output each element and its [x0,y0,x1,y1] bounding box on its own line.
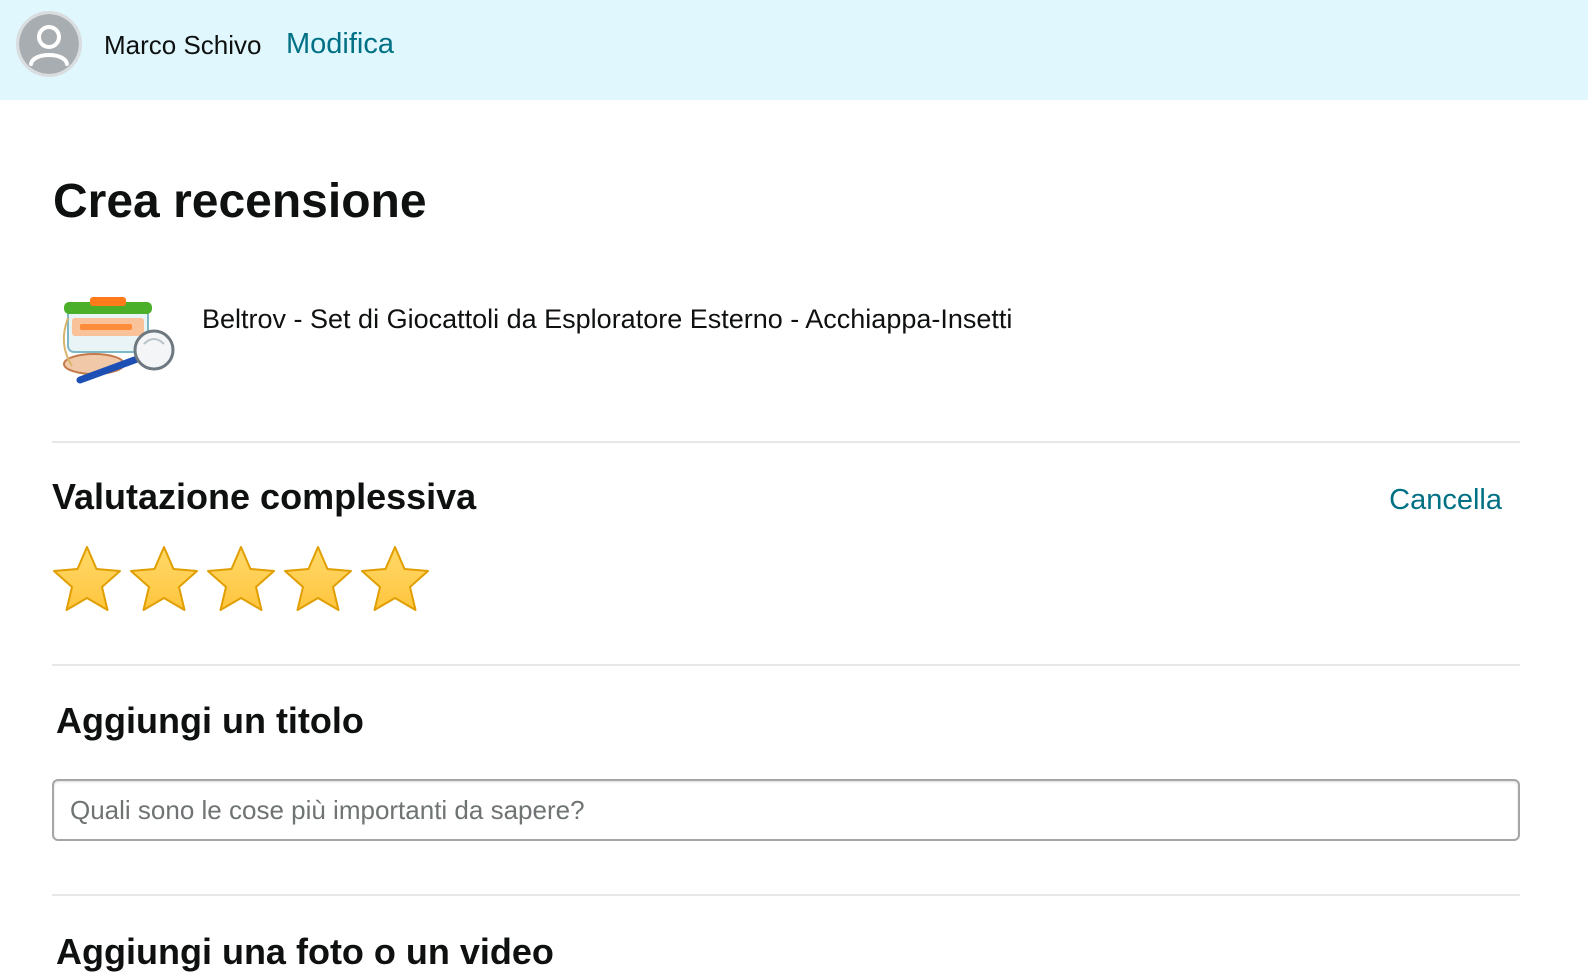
overall-rating-heading: Valutazione complessiva [52,476,477,517]
page-title: Crea recensione [53,175,427,228]
bug-catcher-kit-image [54,294,180,390]
star-icon[interactable] [206,544,276,614]
review-title-input[interactable] [52,779,1520,841]
star-icon[interactable] [52,544,122,614]
product-title: Beltrov - Set di Giocattoli da Esplorato… [202,304,1013,334]
star-icon[interactable] [129,544,199,614]
user-name: Marco Schivo [104,30,262,60]
star-icon[interactable] [360,544,430,614]
add-title-heading: Aggiungi un titolo [56,700,364,741]
star-rating[interactable] [52,544,430,614]
avatar-icon[interactable] [16,11,82,77]
edit-profile-link[interactable]: Modifica [286,26,394,62]
section-divider [52,664,1520,666]
profile-header: Marco Schivo Modifica [0,0,1588,100]
clear-rating-link[interactable]: Cancella [1389,482,1502,518]
section-divider [52,441,1520,443]
add-media-heading: Aggiungi una foto o un video [56,931,554,972]
section-divider [52,894,1520,896]
star-icon[interactable] [283,544,353,614]
